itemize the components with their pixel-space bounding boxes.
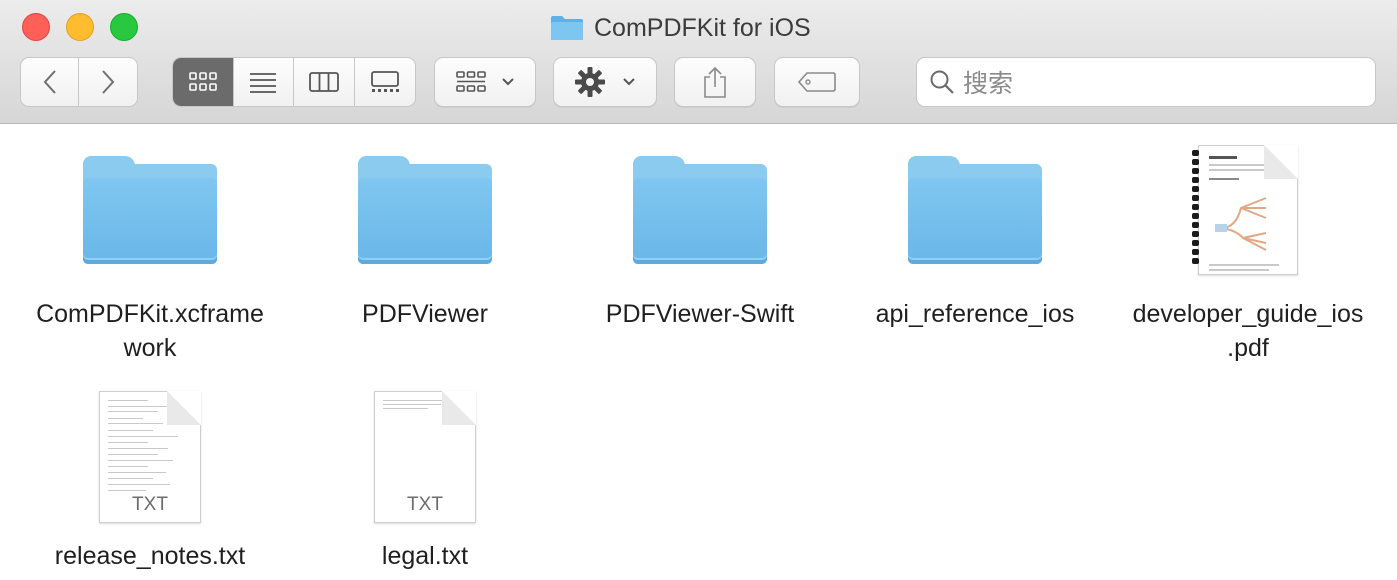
file-name: legal.txt [381,542,469,570]
chevron-right-icon [102,70,115,94]
file-item-pdfviewer[interactable]: PDFViewer [290,125,560,331]
action-button[interactable] [553,57,657,107]
file-name: ComPDFKit.xcframe work [36,300,264,362]
search-icon [930,70,954,94]
pdf-document-icon [1192,145,1298,275]
icon-view-button[interactable] [173,58,234,106]
share-button[interactable] [674,57,756,107]
file-item-api-reference-ios[interactable]: api_reference_ios [840,125,1110,331]
columns-icon [308,72,339,92]
window-title-text: ComPDFKit for iOS [594,13,811,42]
file-item-developer-guide-pdf[interactable]: developer_guide_ios .pdf [1113,125,1383,365]
text-document-icon: TXT [99,391,201,523]
column-view-button[interactable] [294,58,355,106]
search-placeholder: 搜索 [963,69,1014,98]
folder-icon [83,156,217,264]
file-item-pdfviewer-swift[interactable]: PDFViewer-Swift [565,125,835,331]
chevron-down-icon [502,78,514,86]
list-icon [250,73,277,93]
gallery-view-button[interactable] [355,58,416,106]
zoom-window-button[interactable] [110,13,138,41]
folder-icon [633,156,767,264]
file-item-legal-txt[interactable]: TXT legal.txt [290,377,560,573]
file-type-badge: TXT [407,494,443,515]
forward-button[interactable] [79,58,137,106]
tag-icon [797,72,836,92]
file-name: developer_guide_ios .pdf [1132,300,1364,362]
group-by-button[interactable] [434,57,536,107]
folder-icon [908,156,1042,264]
file-item-release-notes-txt[interactable]: TXT release_notes.txt [15,377,285,573]
close-window-button[interactable] [22,13,50,41]
chevron-down-icon [623,78,635,86]
tag-button[interactable] [774,57,860,107]
share-icon [704,66,726,98]
minimize-window-button[interactable] [66,13,94,41]
file-item-compdfkit-xcframework[interactable]: ComPDFKit.xcframe work [15,125,285,365]
text-document-icon: TXT [374,391,476,523]
folder-icon [358,156,492,264]
file-name: api_reference_ios [875,300,1075,328]
view-mode-control [172,57,416,107]
group-grid-icon [456,71,486,92]
file-type-badge: TXT [132,494,168,515]
list-view-button[interactable] [234,58,294,106]
gallery-icon [370,71,399,92]
navigation-buttons [20,57,138,107]
file-name: release_notes.txt [54,542,246,570]
window-title: ComPDFKit for iOS [550,12,811,44]
file-grid: ComPDFKit.xcframe work PDFViewer PDFView… [0,125,1397,580]
grid-icon [188,72,217,91]
file-name: PDFViewer-Swift [605,300,795,328]
chevron-left-icon [43,70,56,94]
search-field[interactable]: 搜索 [916,57,1376,107]
back-button[interactable] [21,58,80,106]
file-name: PDFViewer [362,300,488,328]
window-toolbar: ComPDFKit for iOS 搜索 [0,0,1397,124]
gear-icon [575,67,605,97]
folder-icon [550,15,584,41]
